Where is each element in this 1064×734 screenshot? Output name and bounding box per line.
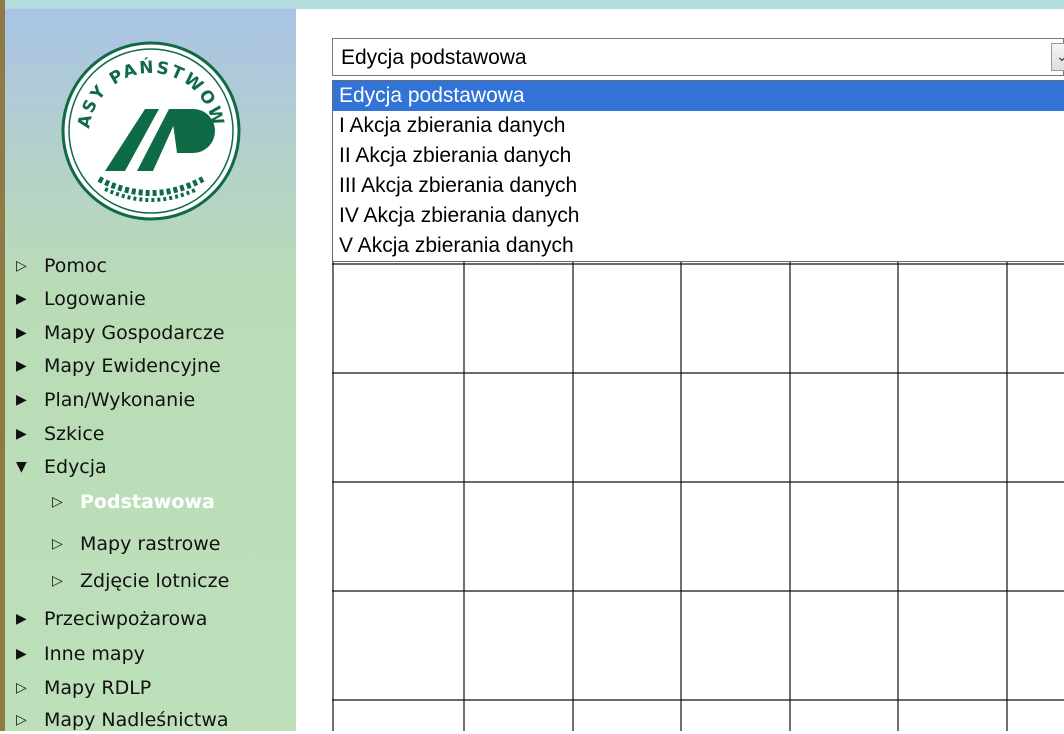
nav-item-label: Mapy Gospodarcze — [44, 322, 225, 344]
map-grid-lines — [332, 262, 1064, 731]
nav-item-mapy-gospodarcze[interactable]: ▶ Mapy Gospodarcze — [16, 319, 225, 347]
expand-arrow-icon: ▶ — [16, 426, 27, 442]
dropdown-option[interactable]: III Akcja zbierania danych — [333, 171, 1064, 201]
layer-select-dropdown: Edycja podstawowa I Akcja zbierania dany… — [332, 80, 1064, 262]
nav-item-mapy-rdlp[interactable]: ▷ Mapy RDLP — [16, 674, 151, 702]
expand-arrow-icon: ▶ — [16, 392, 27, 408]
dropdown-option[interactable]: II Akcja zbierania danych — [333, 141, 1064, 171]
nav-item-plan-wykonanie[interactable]: ▶ Plan/Wykonanie — [16, 386, 195, 414]
dropdown-option[interactable]: I Akcja zbierania danych — [333, 111, 1064, 141]
nav-item-przeciwpozarowa[interactable]: ▶ Przeciwpożarowa — [16, 605, 207, 633]
expand-arrow-icon: ▶ — [16, 646, 27, 662]
expand-arrow-icon: ▷ — [16, 258, 27, 274]
expand-arrow-icon: ▶ — [16, 325, 27, 341]
nav-item-mapy-nadlesnictwa[interactable]: ▷ Mapy Nadleśnictwa — [16, 706, 229, 734]
nav-item-logowanie[interactable]: ▶ Logowanie — [16, 285, 146, 313]
nav-subitem-zdjecie-lotnicze[interactable]: ▷ Zdjęcie lotnicze — [52, 567, 229, 595]
nav-item-label: Inne mapy — [44, 643, 145, 665]
layer-select-value: Edycja podstawowa — [341, 46, 527, 69]
expand-arrow-icon: ▶ — [16, 358, 27, 374]
expand-arrow-icon: ▶ — [16, 611, 27, 627]
expand-arrow-icon: ▷ — [52, 494, 63, 510]
nav-item-label: Mapy Ewidencyjne — [44, 355, 221, 377]
map-grid[interactable] — [332, 262, 1064, 731]
nav-menu: ▷ Pomoc ▶ Logowanie ▶ Mapy Gospodarcze ▶ Map… — [0, 0, 291, 731]
expand-arrow-icon: ▷ — [52, 573, 63, 589]
nav-item-mapy-ewidencyjne[interactable]: ▶ Mapy Ewidencyjne — [16, 352, 221, 380]
nav-item-label: Edycja — [44, 456, 107, 478]
nav-item-label: Mapy Nadleśnictwa — [44, 709, 229, 731]
nav-item-label: Zdjęcie lotnicze — [80, 570, 230, 592]
dropdown-option[interactable]: V Akcja zbierania danych — [333, 231, 1064, 261]
nav-item-pomoc[interactable]: ▷ Pomoc — [16, 252, 107, 280]
expand-arrow-icon: ▷ — [16, 680, 27, 696]
nav-item-szkice[interactable]: ▶ Szkice — [16, 420, 104, 448]
nav-item-edycja[interactable]: ▼ Edycja — [16, 453, 107, 481]
nav-item-label: Logowanie — [44, 288, 146, 310]
nav-item-label: Mapy rastrowe — [80, 533, 221, 555]
nav-item-inne-mapy[interactable]: ▶ Inne mapy — [16, 640, 145, 668]
nav-subitem-podstawowa[interactable]: ▷ Podstawowa — [52, 488, 215, 516]
nav-item-label: Mapy RDLP — [44, 677, 152, 699]
chevron-down-icon[interactable]: ⌄ — [1051, 43, 1064, 71]
layer-select[interactable]: Edycja podstawowa ⌄ — [332, 38, 1064, 76]
nav-item-label: Pomoc — [44, 255, 107, 277]
dropdown-option[interactable]: Edycja podstawowa — [333, 81, 1064, 111]
nav-item-label: Podstawowa — [80, 491, 215, 513]
collapse-arrow-icon: ▼ — [16, 459, 27, 475]
nav-item-label: Szkice — [44, 423, 105, 445]
expand-arrow-icon: ▷ — [52, 536, 63, 552]
nav-item-label: Przeciwpożarowa — [44, 608, 208, 630]
expand-arrow-icon: ▶ — [16, 291, 27, 307]
nav-item-label: Plan/Wykonanie — [44, 389, 196, 411]
expand-arrow-icon: ▷ — [16, 712, 27, 728]
nav-subitem-mapy-rastrowe[interactable]: ▷ Mapy rastrowe — [52, 530, 220, 558]
dropdown-option[interactable]: IV Akcja zbierania danych — [333, 201, 1064, 231]
